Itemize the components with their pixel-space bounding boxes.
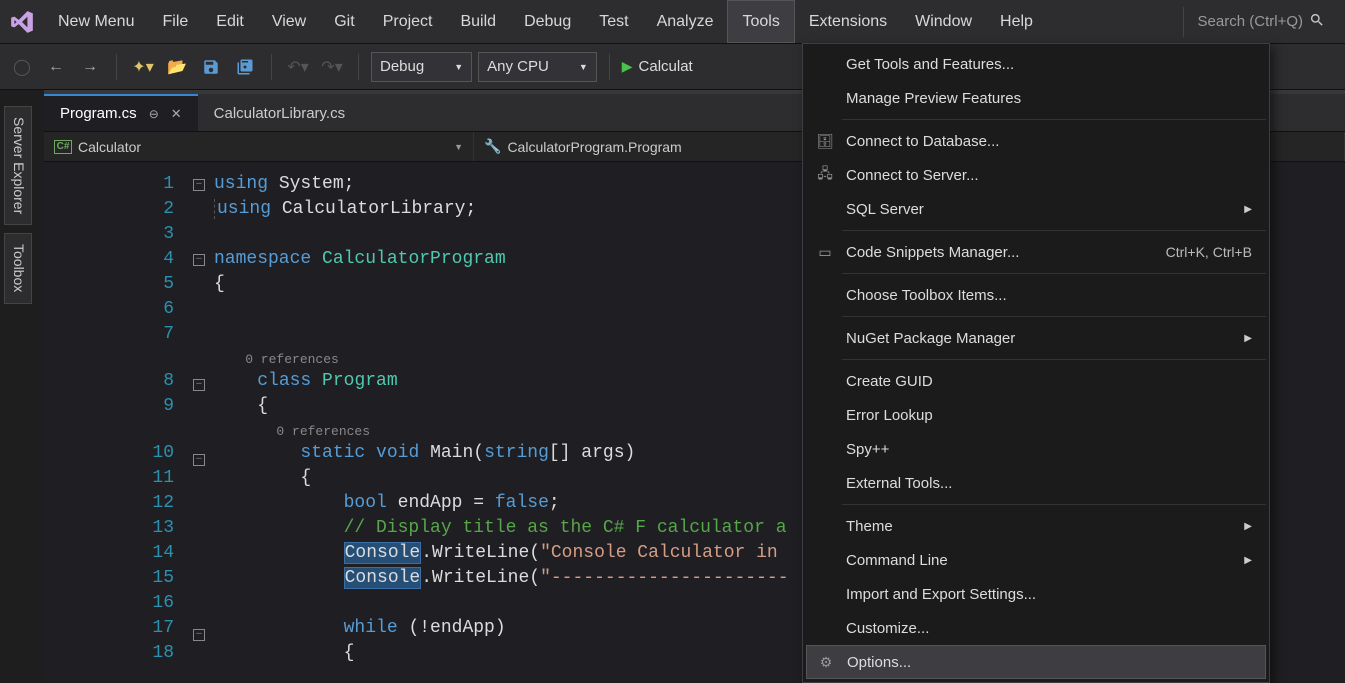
- play-icon: ▶: [622, 58, 633, 75]
- platform-combo[interactable]: Any CPU▼: [478, 52, 597, 82]
- side-tab-server-explorer[interactable]: Server Explorer: [4, 106, 32, 225]
- separator: [271, 54, 272, 80]
- menu-item-import-and-export-settings[interactable]: Import and Export Settings...: [806, 577, 1266, 611]
- menu-items: New MenuFileEditViewGitProjectBuildDebug…: [44, 0, 1047, 43]
- fold-column: ─ ─ ─ ─ ─: [184, 162, 214, 672]
- menu-new-menu[interactable]: New Menu: [44, 0, 148, 43]
- chevron-down-icon: ▼: [454, 142, 463, 152]
- menu-item-create-guid[interactable]: Create GUID: [806, 364, 1266, 398]
- submenu-arrow-icon: ▶: [1244, 555, 1252, 566]
- menu-tools[interactable]: Tools: [727, 0, 794, 43]
- menu-build[interactable]: Build: [446, 0, 510, 43]
- separator: [358, 54, 359, 80]
- menu-analyze[interactable]: Analyze: [643, 0, 728, 43]
- menu-item-theme[interactable]: Theme▶: [806, 509, 1266, 543]
- menu-item-spy[interactable]: Spy++: [806, 432, 1266, 466]
- menu-item-choose-toolbox-items[interactable]: Choose Toolbox Items...: [806, 278, 1266, 312]
- snip-icon: ▭: [816, 244, 834, 261]
- menu-item-nuget-package-manager[interactable]: NuGet Package Manager▶: [806, 321, 1266, 355]
- vs-logo-icon: [0, 0, 44, 44]
- save-button[interactable]: [197, 53, 225, 81]
- menu-separator: [842, 316, 1266, 317]
- side-tabs: Server Explorer Toolbox: [4, 106, 32, 304]
- line-numbers: 1234567x89x101112131415161718: [44, 162, 184, 672]
- undo-button[interactable]: ↶▾: [284, 53, 312, 81]
- menu-project[interactable]: Project: [369, 0, 447, 43]
- nav-back-button[interactable]: ←: [42, 53, 70, 81]
- redo-button[interactable]: ↷▾: [318, 53, 346, 81]
- menu-item-customize[interactable]: Customize...: [806, 611, 1266, 645]
- menu-item-sql-server[interactable]: SQL Server▶: [806, 192, 1266, 226]
- search-icon: [1309, 12, 1325, 32]
- fold-toggle[interactable]: ─: [193, 379, 205, 391]
- menu-item-connect-to-database[interactable]: 🗄Connect to Database...: [806, 124, 1266, 158]
- quick-search[interactable]: Search (Ctrl+Q): [1183, 7, 1337, 37]
- open-file-button[interactable]: 📂: [163, 53, 191, 81]
- submenu-arrow-icon: ▶: [1244, 333, 1252, 344]
- csharp-icon: C#: [54, 140, 72, 154]
- menu-item-get-tools-and-features[interactable]: Get Tools and Features...: [806, 47, 1266, 81]
- menu-separator: [842, 504, 1266, 505]
- menu-git[interactable]: Git: [320, 0, 368, 43]
- fold-toggle[interactable]: ─: [193, 629, 205, 641]
- menu-file[interactable]: File: [148, 0, 202, 43]
- menu-item-options[interactable]: ⚙Options...: [806, 645, 1266, 679]
- menu-debug[interactable]: Debug: [510, 0, 585, 43]
- side-tab-toolbox[interactable]: Toolbox: [4, 233, 32, 303]
- menu-extensions[interactable]: Extensions: [795, 0, 901, 43]
- fold-toggle[interactable]: ─: [193, 454, 205, 466]
- nav-fwd-button[interactable]: →: [76, 53, 104, 81]
- config-combo[interactable]: Debug▼: [371, 52, 472, 82]
- tools-menu-dropdown: Get Tools and Features...Manage Preview …: [802, 43, 1270, 683]
- menu-window[interactable]: Window: [901, 0, 986, 43]
- fold-toggle[interactable]: ─: [193, 179, 205, 191]
- db-icon: 🗄: [816, 133, 834, 150]
- menu-item-external-tools[interactable]: External Tools...: [806, 466, 1266, 500]
- submenu-arrow-icon: ▶: [1244, 204, 1252, 215]
- chevron-down-icon: ▼: [579, 62, 588, 72]
- menubar: New MenuFileEditViewGitProjectBuildDebug…: [0, 0, 1345, 44]
- gear-icon: ⚙: [817, 654, 835, 671]
- chevron-down-icon: ▼: [454, 62, 463, 72]
- close-icon[interactable]: ✕: [171, 106, 182, 122]
- run-button[interactable]: ▶ Calculat: [622, 58, 693, 75]
- submenu-arrow-icon: ▶: [1244, 521, 1252, 532]
- menu-separator: [842, 359, 1266, 360]
- menu-separator: [842, 119, 1266, 120]
- menu-separator: [842, 230, 1266, 231]
- save-all-button[interactable]: [231, 53, 259, 81]
- scope-combo[interactable]: C# Calculator ▼: [44, 132, 474, 161]
- menu-view[interactable]: View: [258, 0, 320, 43]
- new-item-button[interactable]: ✦▾: [129, 53, 157, 81]
- menu-help[interactable]: Help: [986, 0, 1047, 43]
- fold-toggle[interactable]: ─: [193, 254, 205, 266]
- separator: [116, 54, 117, 80]
- nav-back-icon: ◯: [8, 53, 36, 81]
- menu-edit[interactable]: Edit: [202, 0, 258, 43]
- srv-icon: 🖧: [816, 163, 834, 187]
- menu-separator: [842, 273, 1266, 274]
- doc-tab-calculatorlibrary-cs[interactable]: CalculatorLibrary.cs: [198, 94, 361, 131]
- pin-icon[interactable]: ⊖: [149, 107, 159, 121]
- separator: [609, 54, 610, 80]
- doc-tab-program-cs[interactable]: Program.cs⊖✕: [44, 94, 198, 131]
- menu-item-code-snippets-manager[interactable]: ▭Code Snippets Manager...Ctrl+K, Ctrl+B: [806, 235, 1266, 269]
- wrench-icon: 🔧: [484, 138, 501, 155]
- menu-item-error-lookup[interactable]: Error Lookup: [806, 398, 1266, 432]
- menu-item-manage-preview-features[interactable]: Manage Preview Features: [806, 81, 1266, 115]
- menu-item-connect-to-server[interactable]: 🖧Connect to Server...: [806, 158, 1266, 192]
- menu-item-command-line[interactable]: Command Line▶: [806, 543, 1266, 577]
- search-placeholder: Search (Ctrl+Q): [1198, 13, 1303, 30]
- menu-test[interactable]: Test: [585, 0, 642, 43]
